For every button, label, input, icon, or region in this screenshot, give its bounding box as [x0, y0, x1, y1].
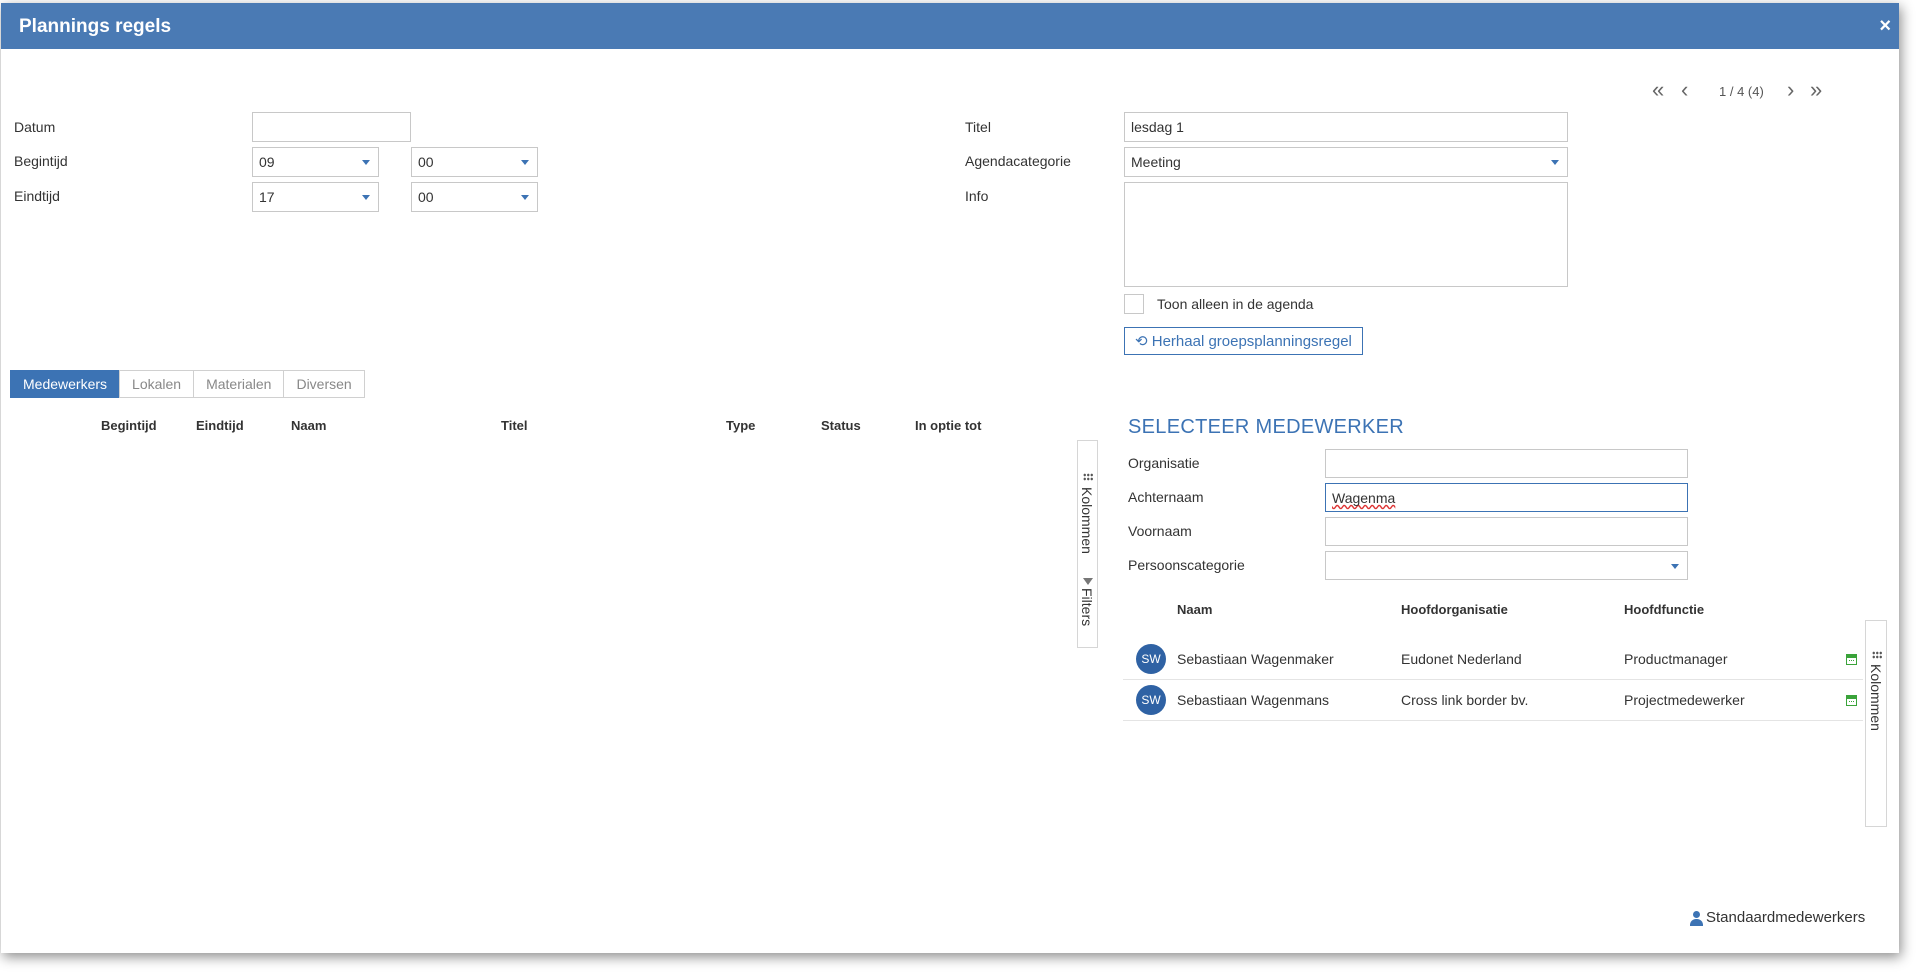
tab-materialen[interactable]: Materialen: [193, 370, 285, 398]
organisatie-input[interactable]: [1325, 449, 1688, 478]
herhaal-button-label: Herhaal groepsplanningsregel: [1151, 333, 1352, 350]
column-header-begintijd[interactable]: Begintijd: [101, 418, 157, 433]
persoonscategorie-label: Persoonscategorie: [1128, 557, 1245, 573]
info-textarea[interactable]: [1124, 182, 1568, 287]
dialog-title: Plannings regels: [19, 16, 172, 37]
dialog-header: Plannings regels ×: [1, 3, 1899, 49]
column-header-eindtijd[interactable]: Eindtijd: [196, 418, 244, 433]
select-panel-title: SELECTEER MEDEWERKER: [1128, 416, 1405, 438]
avatar: SW: [1136, 644, 1166, 674]
right-side-panel: Kolommen: [1865, 620, 1887, 827]
column-header-type[interactable]: Type: [726, 418, 755, 433]
voornaam-label: Voornaam: [1128, 523, 1192, 539]
last-page-icon[interactable]: »: [1810, 79, 1822, 101]
row-functie: Projectmedewerker: [1624, 692, 1745, 708]
filter-icon: [1083, 578, 1093, 585]
begintijd-hour-value: 09: [259, 154, 275, 170]
titel-input[interactable]: lesdag 1: [1124, 112, 1568, 142]
begintijd-min-value: 00: [418, 154, 434, 170]
herhaal-button[interactable]: ⟲ Herhaal groepsplanningsregel: [1124, 327, 1363, 355]
standaardmedewerkers-label: Standaardmedewerkers: [1706, 909, 1866, 926]
caret-down-icon: [1551, 160, 1559, 165]
begintijd-hour-select[interactable]: 09: [252, 147, 379, 177]
column-header-hoofdfunctie[interactable]: Hoofdfunctie: [1624, 602, 1704, 617]
eindtijd-min-value: 00: [418, 189, 434, 205]
agendacategorie-select[interactable]: Meeting: [1124, 147, 1568, 177]
voornaam-input[interactable]: [1325, 517, 1688, 546]
datum-input[interactable]: [252, 112, 411, 142]
tab-lokalen[interactable]: Lokalen: [119, 370, 195, 398]
row-naam: Sebastiaan Wagenmans: [1177, 692, 1330, 708]
row-organisatie: Eudonet Nederland: [1401, 651, 1522, 667]
persoonscategorie-select[interactable]: [1325, 551, 1688, 580]
begintijd-label: Begintijd: [14, 153, 68, 169]
row-functie: Productmanager: [1624, 651, 1728, 667]
filters-toggle[interactable]: Filters: [1079, 588, 1095, 626]
titel-label: Titel: [965, 119, 991, 135]
toon-checkbox[interactable]: [1124, 294, 1144, 314]
close-icon[interactable]: ×: [1879, 15, 1891, 38]
calendar-icon[interactable]: [1846, 654, 1857, 665]
kolommen-toggle[interactable]: Kolommen: [1868, 664, 1884, 731]
datum-label: Datum: [14, 119, 56, 135]
column-header-naam[interactable]: Naam: [1177, 602, 1212, 617]
first-page-icon[interactable]: «: [1652, 79, 1664, 101]
tab-diversen[interactable]: Diversen: [283, 370, 365, 398]
achternaam-input[interactable]: Wagenma: [1325, 483, 1688, 512]
refresh-icon: ⟲: [1135, 333, 1148, 350]
calendar-icon[interactable]: [1846, 695, 1857, 706]
tab-bar: Medewerkers Lokalen Materialen Diversen: [10, 370, 365, 398]
eindtijd-hour-select[interactable]: 17: [252, 182, 379, 212]
eindtijd-min-select[interactable]: 00: [411, 182, 538, 212]
row-naam: Sebastiaan Wagenmaker: [1177, 651, 1334, 667]
left-side-panel: Kolommen Filters: [1077, 440, 1098, 648]
caret-down-icon: [362, 160, 370, 165]
grip-icon: [1872, 651, 1882, 659]
tab-medewerkers[interactable]: Medewerkers: [10, 370, 121, 398]
agendacategorie-label: Agendacategorie: [965, 153, 1071, 169]
person-icon: [1689, 911, 1703, 926]
row-organisatie: Cross link border bv.: [1401, 692, 1529, 708]
caret-down-icon: [362, 195, 370, 200]
prev-page-icon[interactable]: ‹: [1681, 79, 1688, 101]
caret-down-icon: [521, 195, 529, 200]
grip-icon: [1083, 473, 1093, 481]
table-row[interactable]: SW Sebastiaan Wagenmans Cross link borde…: [1123, 680, 1863, 721]
toon-label: Toon alleen in de agenda: [1157, 296, 1314, 312]
dialog-window: Plannings regels × « ‹ 1 / 4 (4) › » Dat…: [1, 3, 1899, 953]
column-header-in-optie-tot[interactable]: In optie tot: [915, 418, 981, 433]
column-header-status[interactable]: Status: [821, 418, 861, 433]
kolommen-toggle[interactable]: Kolommen: [1079, 487, 1095, 554]
agendacategorie-value: Meeting: [1131, 154, 1181, 170]
caret-down-icon: [1671, 564, 1679, 569]
achternaam-label: Achternaam: [1128, 489, 1204, 505]
column-header-naam[interactable]: Naam: [291, 418, 326, 433]
table-row[interactable]: SW Sebastiaan Wagenmaker Eudonet Nederla…: [1123, 639, 1863, 680]
pager-text: 1 / 4 (4): [1719, 84, 1764, 99]
column-header-hoofdorganisatie[interactable]: Hoofdorganisatie: [1401, 602, 1508, 617]
eindtijd-label: Eindtijd: [14, 188, 60, 204]
avatar: SW: [1136, 685, 1166, 715]
caret-down-icon: [521, 160, 529, 165]
eindtijd-hour-value: 17: [259, 189, 275, 205]
info-label: Info: [965, 188, 989, 204]
column-header-titel[interactable]: Titel: [501, 418, 528, 433]
organisatie-label: Organisatie: [1128, 455, 1200, 471]
achternaam-value: Wagenma: [1332, 490, 1396, 506]
begintijd-min-select[interactable]: 00: [411, 147, 538, 177]
next-page-icon[interactable]: ›: [1787, 79, 1794, 101]
